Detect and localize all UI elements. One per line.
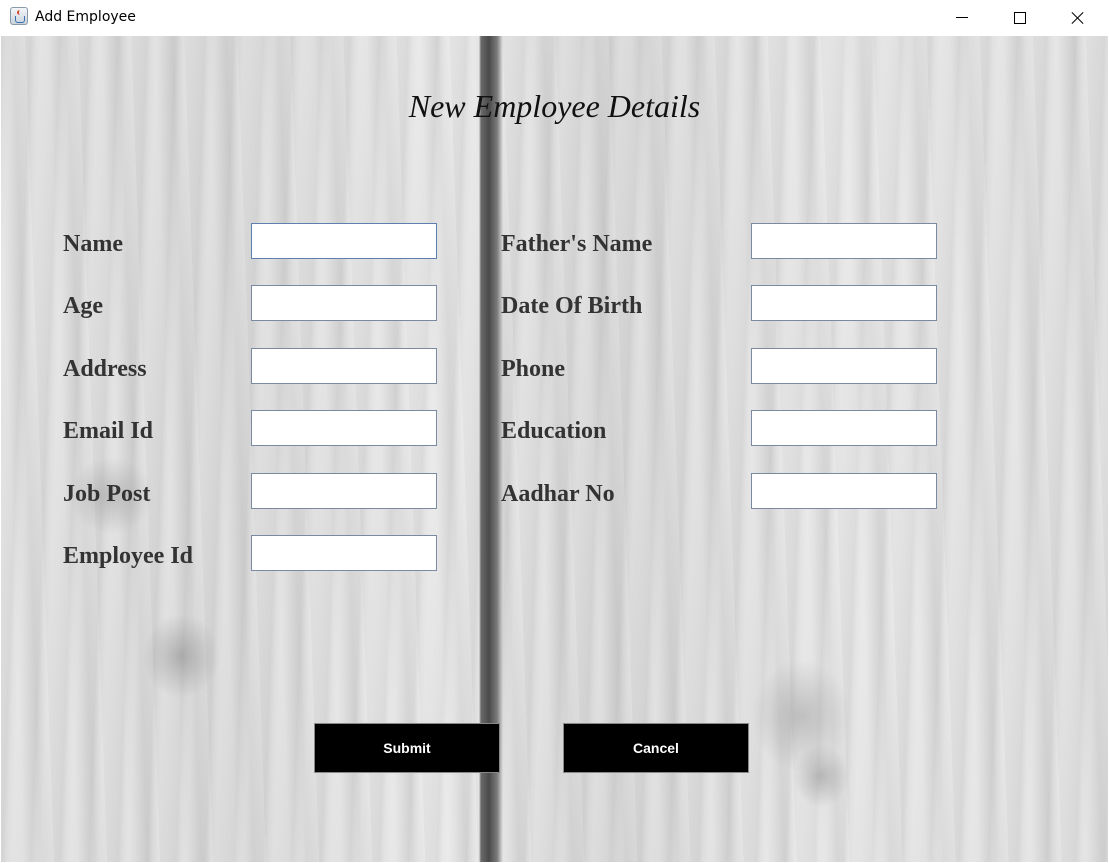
date-of-birth-input[interactable]	[751, 285, 937, 321]
close-icon	[1071, 11, 1085, 25]
employee-id-label: Employee Id	[63, 543, 194, 569]
name-input[interactable]	[251, 223, 437, 259]
name-label: Name	[63, 231, 123, 257]
minimize-button[interactable]	[933, 0, 991, 35]
phone-label: Phone	[501, 356, 566, 382]
fathers-name-input[interactable]	[751, 223, 937, 259]
add-employee-window: Add Employee New Employee Details Name A…	[0, 0, 1109, 863]
close-button[interactable]	[1049, 0, 1107, 35]
address-input[interactable]	[251, 348, 437, 384]
job-post-label: Job Post	[63, 481, 151, 507]
date-of-birth-label: Date Of Birth	[501, 293, 643, 319]
maximize-icon	[1014, 11, 1026, 24]
phone-input[interactable]	[751, 348, 937, 384]
address-label: Address	[63, 356, 147, 382]
education-label: Education	[501, 418, 607, 444]
cancel-button[interactable]: Cancel	[563, 723, 749, 773]
email-id-input[interactable]	[251, 410, 437, 446]
job-post-input[interactable]	[251, 473, 437, 509]
maximize-button[interactable]	[991, 0, 1049, 35]
age-label: Age	[63, 293, 103, 319]
minimize-icon	[956, 17, 968, 18]
fathers-name-label: Father's Name	[501, 231, 653, 257]
aadhar-no-input[interactable]	[751, 473, 937, 509]
age-input[interactable]	[251, 285, 437, 321]
education-input[interactable]	[751, 410, 937, 446]
title-bar: Add Employee	[0, 0, 1109, 35]
aadhar-no-label: Aadhar No	[501, 481, 615, 507]
form-panel: New Employee Details Name Age Address Em…	[1, 36, 1108, 862]
java-cup-icon	[10, 7, 28, 25]
employee-id-input[interactable]	[251, 535, 437, 571]
form-heading: New Employee Details	[408, 88, 701, 124]
email-id-label: Email Id	[63, 418, 154, 444]
window-title: Add Employee	[35, 9, 136, 25]
submit-button[interactable]: Submit	[314, 723, 500, 773]
